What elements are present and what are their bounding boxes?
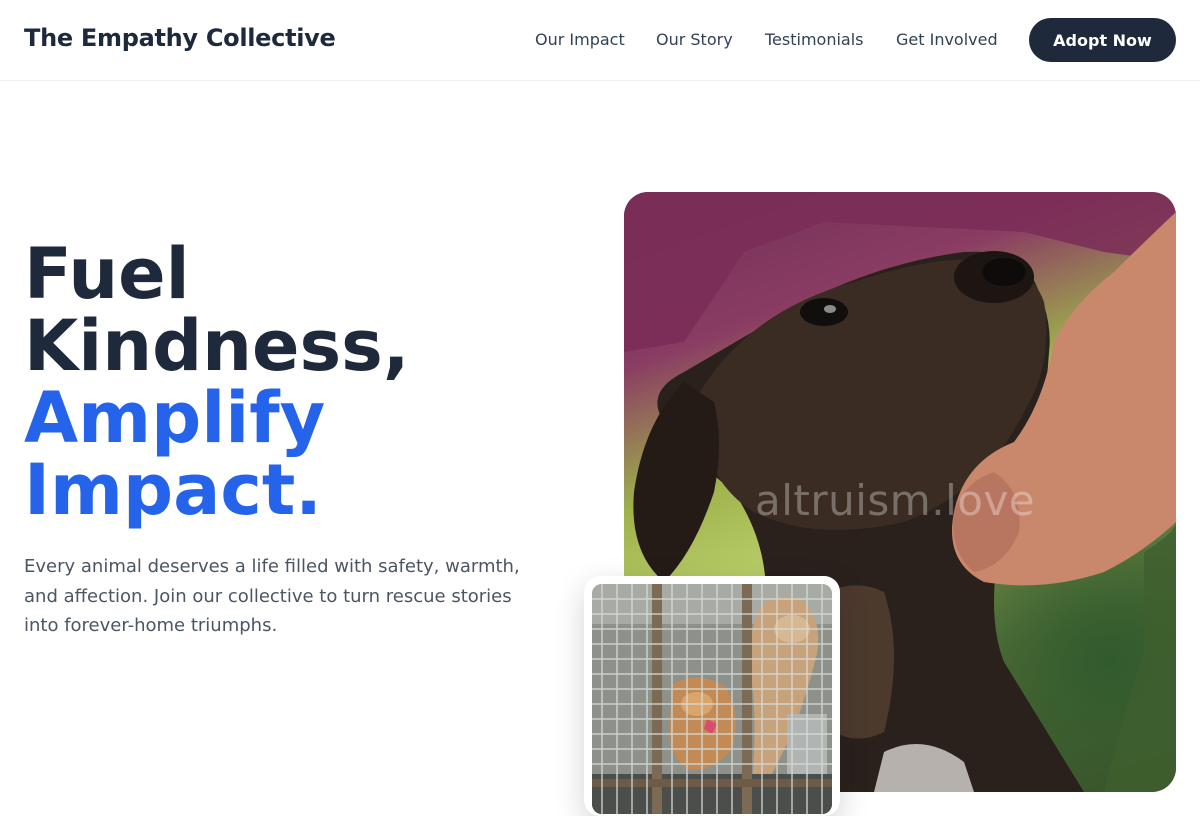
nav-link-testimonials[interactable]: Testimonials bbox=[765, 30, 864, 49]
caged-dogs-illustration bbox=[592, 584, 832, 814]
headline-line-amplify: Amplify bbox=[24, 377, 326, 459]
headline-line-impact: Impact. bbox=[24, 449, 322, 531]
shelter-photo-card bbox=[584, 576, 840, 816]
hero-headline: Fuel Kindness, Amplify Impact. bbox=[24, 238, 409, 526]
nav-link-our-story[interactable]: Our Story bbox=[656, 30, 733, 49]
nav-link-get-involved[interactable]: Get Involved bbox=[896, 30, 998, 49]
brand-logo[interactable]: The Empathy Collective bbox=[24, 24, 336, 52]
adopt-now-button[interactable]: Adopt Now bbox=[1029, 18, 1176, 62]
shelter-dogs-photo bbox=[592, 584, 832, 814]
photo-watermark: altruism.love bbox=[755, 476, 1036, 525]
headline-line-fuel: Fuel bbox=[24, 233, 190, 315]
hero-subtext: Every animal deserves a life filled with… bbox=[24, 556, 520, 636]
nav-link-our-impact[interactable]: Our Impact bbox=[535, 30, 625, 49]
site-header: The Empathy Collective Our Impact Our St… bbox=[0, 0, 1200, 81]
headline-line-kindness: Kindness, bbox=[24, 305, 410, 387]
